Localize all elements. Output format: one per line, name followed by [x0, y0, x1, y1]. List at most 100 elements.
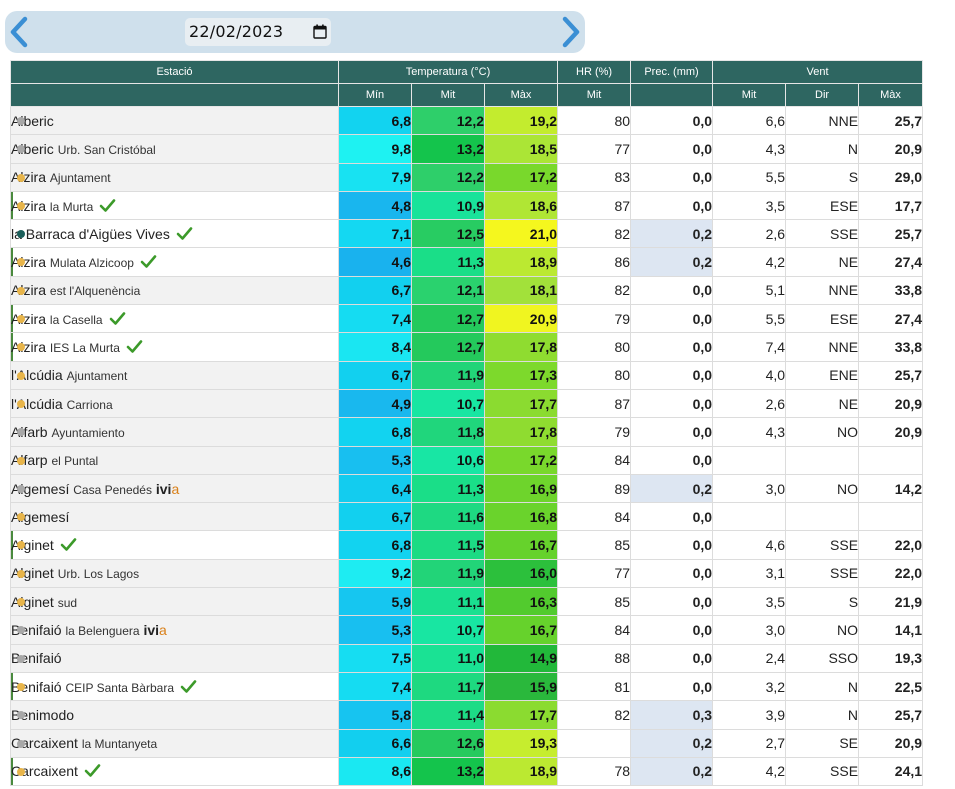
- station-location[interactable]: sud: [58, 596, 77, 610]
- station-cell[interactable]: Alberic Urb. San Cristóbal: [10, 134, 339, 164]
- station-cell[interactable]: Algemesí: [10, 502, 339, 532]
- station-cell[interactable]: Alzira Ajuntament: [10, 162, 339, 192]
- humidity-cell: 88: [557, 643, 632, 673]
- calendar-icon[interactable]: [313, 24, 327, 39]
- status-dot-icon: [17, 201, 25, 210]
- station-location[interactable]: Urb. Los Lagos: [58, 567, 139, 581]
- station-cell[interactable]: Carcaixent: [10, 756, 339, 787]
- temp-max-cell: 17,8: [483, 417, 559, 447]
- temp-avg-cell: 11,1: [411, 587, 485, 617]
- temp-avg-cell: 11,5: [411, 530, 485, 560]
- chevron-right-icon[interactable]: [557, 15, 585, 49]
- temp-avg-cell: 10,9: [411, 190, 485, 221]
- precipitation-cell: 0,0: [630, 304, 714, 334]
- station-name[interactable]: la Barraca d'Aigües Vives: [12, 226, 170, 242]
- status-dot-icon: [17, 654, 25, 663]
- precipitation-cell: 0,0: [630, 558, 714, 589]
- temp-avg-cell: 13,2: [411, 756, 485, 787]
- temp-avg-cell: 12,2: [411, 105, 485, 136]
- precipitation-cell: 0,0: [630, 445, 714, 475]
- station-cell[interactable]: Alginet Urb. Los Lagos: [10, 558, 339, 589]
- precipitation-cell: 0,0: [630, 587, 714, 617]
- header-wind-avg[interactable]: Mit: [712, 83, 787, 107]
- station-cell[interactable]: Benifaió CEIP Santa Bàrbara: [10, 671, 339, 702]
- station-cell[interactable]: Alginet sud: [10, 587, 339, 617]
- status-dot-icon: [17, 286, 25, 295]
- precipitation-cell: 0,0: [630, 162, 714, 192]
- wind-avg-cell: 3,5: [712, 587, 787, 617]
- checkmark-icon: [180, 679, 197, 694]
- header-hr-avg[interactable]: Mit: [557, 83, 632, 107]
- station-location[interactable]: la Muntanyeta: [82, 737, 157, 751]
- station-cell[interactable]: Alzira Mulata Alzicoop: [10, 247, 339, 277]
- station-location[interactable]: Ajuntament: [50, 171, 111, 185]
- station-location[interactable]: Mulata Alzicoop: [50, 256, 134, 270]
- chevron-left-icon[interactable]: [5, 15, 33, 49]
- station-cell[interactable]: Alfarb Ayuntamiento: [10, 417, 339, 447]
- wind-max-cell: 33,8: [858, 332, 924, 362]
- station-location[interactable]: IES La Murta: [50, 341, 120, 355]
- station-cell[interactable]: l'Alcúdia Carriona: [10, 388, 339, 419]
- header-wind-max[interactable]: Màx: [858, 83, 924, 107]
- temp-avg-cell: 12,6: [411, 728, 485, 758]
- header-wind-dir[interactable]: Dir: [785, 83, 860, 107]
- precipitation-cell: 0,0: [630, 360, 714, 390]
- station-location[interactable]: Ayuntamiento: [51, 426, 124, 440]
- station-cell[interactable]: l'Alcúdia Ajuntament: [10, 360, 339, 390]
- wind-dir-cell: ESE: [785, 304, 860, 334]
- station-location[interactable]: est l'Alquenència: [50, 284, 140, 298]
- temp-max-cell: 16,7: [483, 530, 559, 560]
- humidity-cell: 80: [557, 105, 632, 136]
- table-row: Alzira Mulata Alzicoop 4,6 11,3 18,9 86 0,2 4,…: [10, 247, 924, 277]
- header-temp-min[interactable]: Mín: [338, 83, 412, 107]
- humidity-cell: 84: [557, 445, 632, 475]
- temp-avg-cell: 11,9: [411, 360, 485, 390]
- humidity-cell: 85: [557, 530, 632, 560]
- wind-dir-cell: NE: [785, 388, 860, 419]
- wind-avg-cell: 3,0: [712, 473, 787, 504]
- temp-min-cell: 7,5: [338, 643, 412, 673]
- station-cell[interactable]: Benifaió la Belenguera ivia: [10, 615, 339, 645]
- station-cell[interactable]: Alberic: [10, 105, 339, 136]
- station-cell[interactable]: Alfarp el Puntal: [10, 445, 339, 475]
- wind-dir-cell: SSE: [785, 219, 860, 249]
- station-location[interactable]: CEIP Santa Bàrbara: [65, 681, 174, 695]
- station-cell[interactable]: Alginet: [10, 530, 339, 560]
- precipitation-cell: 0,2: [630, 473, 714, 504]
- station-location[interactable]: Ajuntament: [67, 369, 128, 383]
- header-station-blank: [10, 83, 339, 107]
- header-temp-avg[interactable]: Mit: [411, 83, 485, 107]
- wind-dir-cell: ENE: [785, 360, 860, 390]
- station-location[interactable]: la Belenguera: [65, 624, 139, 638]
- temp-min-cell: 7,1: [338, 219, 412, 249]
- station-cell[interactable]: Alzira IES La Murta: [10, 332, 339, 362]
- station-cell[interactable]: Alzira la Murta: [10, 190, 339, 221]
- header-precipitation: Prec. (mm): [630, 60, 714, 84]
- station-cell[interactable]: Algemesí Casa Penedés ivia: [10, 473, 339, 504]
- station-location[interactable]: la Murta: [50, 200, 93, 214]
- date-input[interactable]: 22/02/2023: [185, 18, 331, 46]
- ivia-badge: ivia: [155, 480, 180, 497]
- header-temp-max[interactable]: Màx: [483, 83, 559, 107]
- wind-avg-cell: 3,2: [712, 671, 787, 702]
- station-location[interactable]: la Casella: [50, 313, 103, 327]
- station-cell[interactable]: Benifaió: [10, 643, 339, 673]
- station-cell[interactable]: Benimodo: [10, 700, 339, 730]
- station-cell[interactable]: Alzira est l'Alquenència: [10, 275, 339, 306]
- station-cell[interactable]: la Barraca d'Aigües Vives: [10, 219, 339, 249]
- temp-min-cell: 4,6: [338, 247, 412, 277]
- wind-max-cell: 14,1: [858, 615, 924, 645]
- station-cell[interactable]: Carcaixent la Muntanyeta: [10, 728, 339, 758]
- station-cell[interactable]: Alzira la Casella: [10, 304, 339, 334]
- wind-max-cell: 20,9: [858, 417, 924, 447]
- station-location[interactable]: Urb. San Cristóbal: [58, 143, 156, 157]
- wind-max-cell: 20,9: [858, 388, 924, 419]
- wind-max-cell: 21,9: [858, 587, 924, 617]
- checkmark-icon: [99, 198, 116, 213]
- station-location[interactable]: Carriona: [67, 398, 113, 412]
- station-location[interactable]: el Puntal: [51, 454, 98, 468]
- wind-avg-cell: 3,0: [712, 615, 787, 645]
- station-location[interactable]: Casa Penedés: [73, 483, 152, 497]
- header-humidity: HR (%): [557, 60, 632, 84]
- temp-min-cell: 7,9: [338, 162, 412, 192]
